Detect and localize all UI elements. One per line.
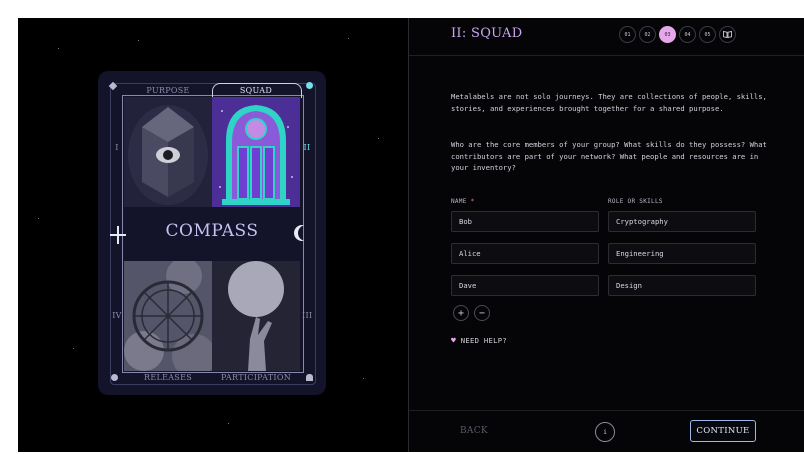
role-input-1[interactable]: Cryptography [608, 211, 756, 232]
role-column-label: ROLE OR SKILLS [608, 198, 663, 205]
moon-icon [298, 225, 314, 241]
step-04[interactable]: 04 [679, 26, 696, 43]
name-input-2[interactable]: Alice [451, 243, 599, 264]
releases-panel [124, 261, 212, 371]
hand-orb-icon [212, 261, 300, 371]
star [73, 348, 74, 349]
star [38, 218, 39, 219]
star [378, 138, 379, 139]
compass-wheel-icon [124, 261, 212, 371]
participation-panel [212, 261, 300, 371]
squad-panel [212, 97, 300, 207]
intro-paragraph-1: Metalabels are not solo journeys. They a… [451, 92, 767, 113]
numeral-iii: III [302, 311, 313, 320]
back-button[interactable]: BACK [460, 426, 488, 436]
form-panel: II: SQUAD 01 02 03 04 05 Metalabels are … [409, 18, 804, 452]
crystal-eye-icon [128, 105, 208, 205]
card-title: COMPASS [165, 221, 259, 241]
star [348, 38, 349, 39]
compass-card: PURPOSE SQUAD I II IV III COMPASS RELEAS… [98, 71, 326, 395]
need-help-link[interactable]: ♥ NEED HELP? [451, 336, 507, 345]
label-participation: PARTICIPATION [220, 373, 292, 382]
star [363, 378, 364, 379]
need-help-label: NEED HELP? [460, 336, 508, 345]
header-divider [409, 55, 804, 56]
intro-paragraph-2: Who are the core members of your group? … [451, 140, 767, 172]
book-icon [723, 31, 732, 38]
step-title: II: SQUAD [451, 26, 523, 41]
star [138, 40, 139, 41]
step-05[interactable]: 05 [699, 26, 716, 43]
label-releases: RELEASES [144, 373, 192, 382]
tab-purpose: PURPOSE [146, 86, 190, 95]
step-indicator: 01 02 03 04 05 [619, 26, 736, 43]
star [58, 48, 59, 49]
required-mark: * [470, 198, 475, 205]
numeral-ii: II [303, 143, 311, 152]
stained-glass-window-icon [212, 97, 300, 207]
heart-icon: ♥ [451, 336, 457, 345]
home-icon [306, 374, 313, 381]
role-input-2[interactable]: Engineering [608, 243, 756, 264]
dot-icon [306, 82, 313, 89]
numeral-i: I [115, 143, 119, 152]
app-window: PURPOSE SQUAD I II IV III COMPASS RELEAS… [18, 18, 804, 452]
continue-button[interactable]: CONTINUE [690, 420, 756, 442]
chat-icon [111, 374, 118, 381]
step-03[interactable]: 03 [659, 26, 676, 43]
add-row-button[interactable]: + [453, 305, 469, 321]
numeral-iv: IV [112, 311, 122, 320]
role-input-3[interactable]: Design [608, 275, 756, 296]
tab-squad: SQUAD [239, 86, 273, 95]
star [228, 423, 229, 424]
name-input-1[interactable]: Bob [451, 211, 599, 232]
info-button[interactable]: i [595, 422, 615, 442]
step-02[interactable]: 02 [639, 26, 656, 43]
step-01[interactable]: 01 [619, 26, 636, 43]
book-button[interactable] [719, 26, 736, 43]
name-column-label: NAME * [451, 198, 475, 205]
name-input-3[interactable]: Dave [451, 275, 599, 296]
remove-row-button[interactable]: − [474, 305, 490, 321]
purpose-panel [124, 97, 212, 207]
card-stage: PURPOSE SQUAD I II IV III COMPASS RELEAS… [18, 18, 408, 452]
footer-divider [409, 410, 804, 411]
